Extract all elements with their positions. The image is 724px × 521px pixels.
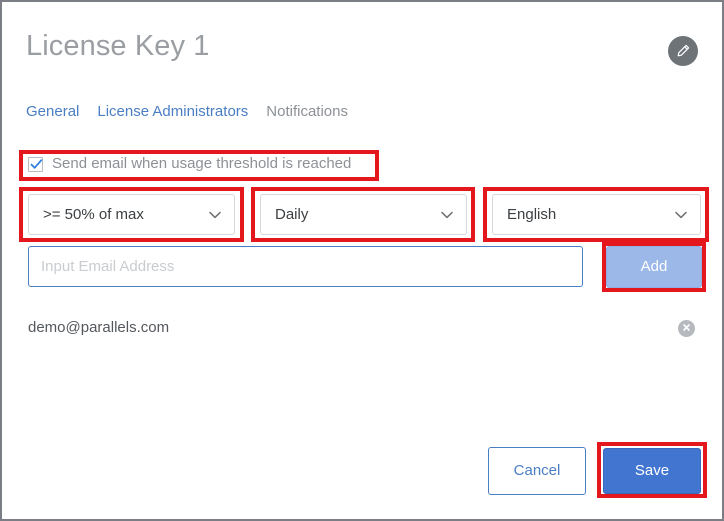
dialog-header: License Key 1 xyxy=(26,28,698,80)
tab-notifications[interactable]: Notifications xyxy=(266,102,348,122)
language-select[interactable]: English xyxy=(492,194,701,235)
usage-threshold-checkbox[interactable] xyxy=(28,156,43,172)
add-email-button[interactable]: Add xyxy=(606,246,702,288)
recipient-list: demo@parallels.com xyxy=(28,314,698,342)
page-title: License Key 1 xyxy=(26,30,210,62)
chevron-down-icon xyxy=(440,208,454,222)
license-key-dialog: License Key 1 General License Administra… xyxy=(0,0,724,521)
tab-bar: General License Administrators Notificat… xyxy=(26,102,348,122)
remove-recipient-button[interactable] xyxy=(678,319,695,337)
close-icon xyxy=(682,319,691,337)
language-select-value: English xyxy=(507,205,557,223)
usage-threshold-checkbox-label: Send email when usage threshold is reach… xyxy=(52,155,352,172)
tab-license-administrators[interactable]: License Administrators xyxy=(97,102,248,122)
save-button[interactable]: Save xyxy=(603,448,701,494)
threshold-select-value: >= 50% of max xyxy=(43,205,144,223)
chevron-down-icon xyxy=(208,208,222,222)
frequency-select[interactable]: Daily xyxy=(260,194,467,235)
usage-threshold-checkbox-row[interactable]: Send email when usage threshold is reach… xyxy=(28,155,351,173)
frequency-select-value: Daily xyxy=(275,205,309,223)
recipient-email: demo@parallels.com xyxy=(28,319,170,336)
edit-button[interactable] xyxy=(668,36,698,66)
chevron-down-icon xyxy=(674,208,688,222)
threshold-select[interactable]: >= 50% of max xyxy=(28,194,235,235)
email-input[interactable] xyxy=(28,246,583,287)
list-item: demo@parallels.com xyxy=(28,314,698,342)
tab-general[interactable]: General xyxy=(26,102,79,122)
cancel-button[interactable]: Cancel xyxy=(488,447,586,495)
pencil-icon xyxy=(675,43,691,59)
